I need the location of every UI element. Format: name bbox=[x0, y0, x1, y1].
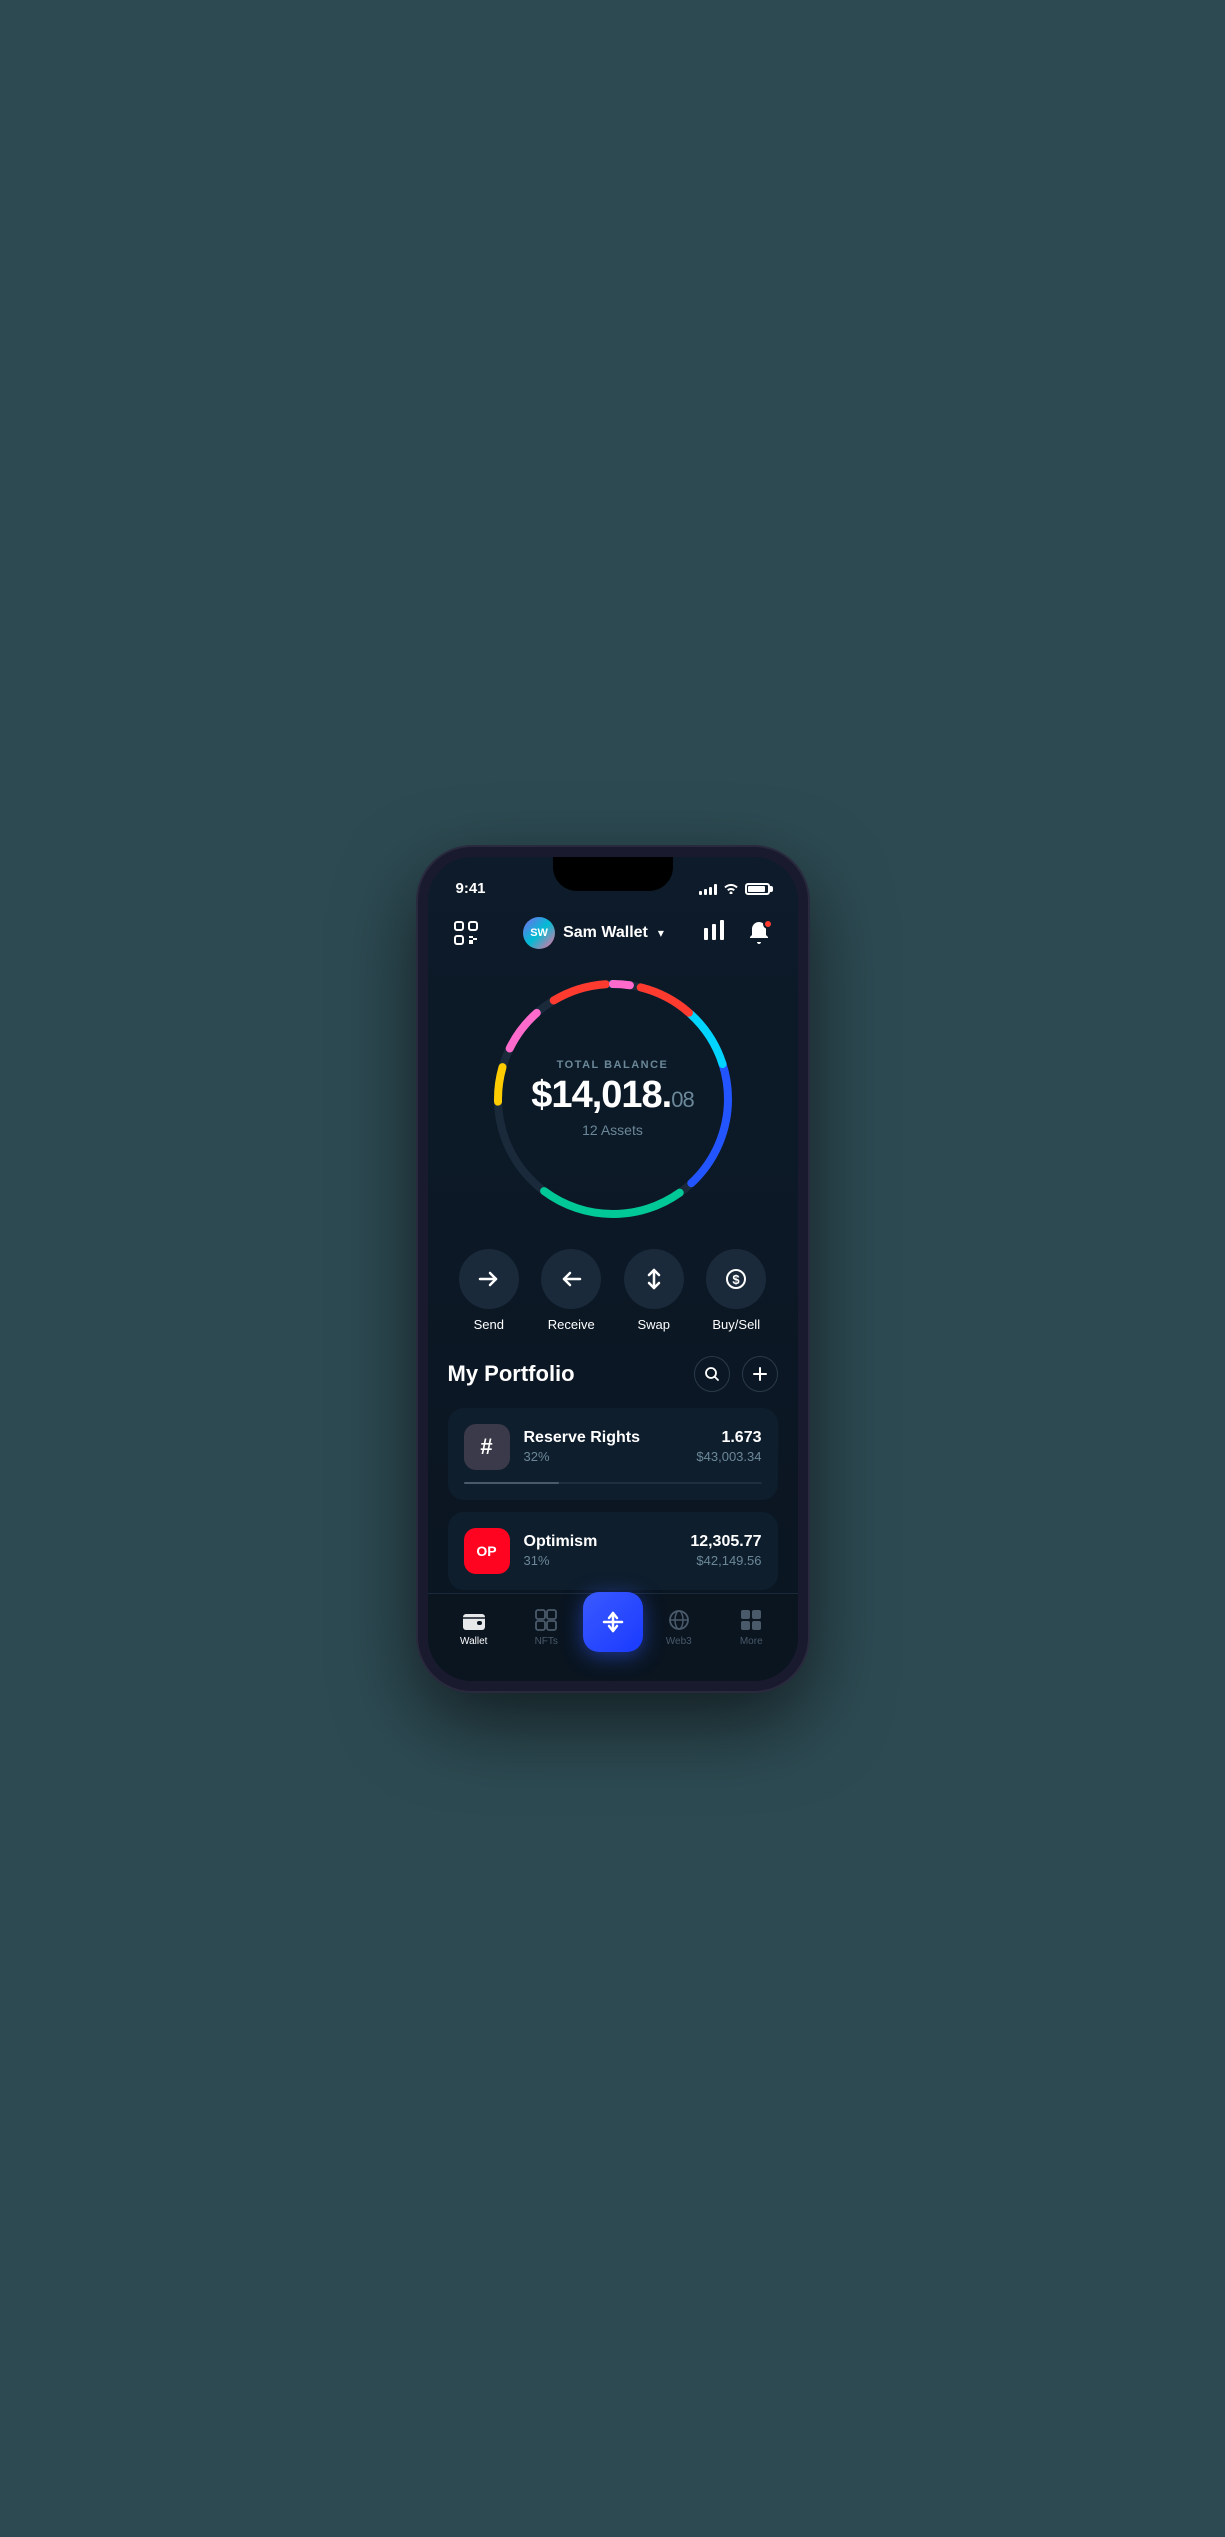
battery-icon bbox=[745, 883, 770, 895]
nfts-icon bbox=[534, 1608, 558, 1632]
nav-nfts[interactable]: NFTs bbox=[510, 1608, 583, 1647]
swap-label: Swap bbox=[637, 1317, 670, 1332]
notification-button[interactable] bbox=[741, 915, 777, 951]
app-header: SW Sam Wallet ▾ bbox=[428, 907, 798, 959]
asset-row-rsr: # Reserve Rights 32% 1.673 $43,003.34 bbox=[464, 1424, 762, 1470]
op-icon: OP bbox=[464, 1528, 510, 1574]
swap-button[interactable]: Swap bbox=[624, 1249, 684, 1332]
status-icons bbox=[699, 881, 770, 897]
buysell-button[interactable]: $ Buy/Sell bbox=[706, 1249, 766, 1332]
swap-icon-circle bbox=[624, 1249, 684, 1309]
svg-text:$: $ bbox=[733, 1272, 741, 1287]
rsr-progress-bar bbox=[464, 1482, 762, 1484]
scroll-content[interactable]: SW Sam Wallet ▾ bbox=[428, 907, 798, 1643]
op-percent: 31% bbox=[524, 1553, 677, 1568]
bottom-nav: Wallet NFTs bbox=[428, 1593, 798, 1681]
wallet-name: Sam Wallet bbox=[563, 924, 648, 942]
signal-icon bbox=[699, 883, 717, 895]
buysell-icon-circle: $ bbox=[706, 1249, 766, 1309]
send-label: Send bbox=[474, 1317, 504, 1332]
rsr-icon: # bbox=[464, 1424, 510, 1470]
nav-center[interactable] bbox=[583, 1592, 643, 1662]
balance-label: TOTAL BALANCE bbox=[531, 1059, 693, 1071]
rsr-percent: 32% bbox=[524, 1449, 683, 1464]
center-action-button[interactable] bbox=[583, 1592, 643, 1652]
status-time: 9:41 bbox=[456, 880, 486, 897]
buysell-label: Buy/Sell bbox=[712, 1317, 760, 1332]
receive-icon-circle bbox=[541, 1249, 601, 1309]
web3-nav-label: Web3 bbox=[666, 1636, 692, 1647]
balance-assets: 12 Assets bbox=[531, 1122, 693, 1138]
notification-dot bbox=[763, 919, 773, 929]
rsr-amount: 1.673 bbox=[696, 1429, 761, 1447]
op-usd: $42,149.56 bbox=[690, 1553, 761, 1568]
wallet-icon bbox=[462, 1608, 486, 1632]
header-right bbox=[703, 915, 777, 951]
phone-frame: 9:41 bbox=[418, 847, 808, 1691]
phone-screen: 9:41 bbox=[428, 857, 798, 1681]
portfolio-actions bbox=[694, 1356, 778, 1392]
asset-row-op: OP Optimism 31% 12,305.77 $42,149.56 bbox=[464, 1528, 762, 1574]
battery-fill bbox=[748, 886, 765, 892]
rsr-name: Reserve Rights bbox=[524, 1429, 683, 1447]
notch bbox=[553, 857, 673, 891]
nav-wallet[interactable]: Wallet bbox=[438, 1608, 511, 1647]
send-icon-circle bbox=[459, 1249, 519, 1309]
balance-section: TOTAL BALANCE $14,018.08 12 Assets bbox=[428, 959, 798, 1249]
nfts-nav-label: NFTs bbox=[535, 1636, 558, 1647]
more-nav-label: More bbox=[740, 1636, 763, 1647]
balance-circle: TOTAL BALANCE $14,018.08 12 Assets bbox=[483, 969, 743, 1229]
nav-web3[interactable]: Web3 bbox=[643, 1608, 716, 1647]
wallet-selector[interactable]: SW Sam Wallet ▾ bbox=[523, 917, 664, 949]
op-name: Optimism bbox=[524, 1533, 677, 1551]
asset-card-rsr[interactable]: # Reserve Rights 32% 1.673 $43,003.34 bbox=[448, 1408, 778, 1500]
chevron-down-icon: ▾ bbox=[658, 926, 664, 940]
rsr-usd: $43,003.34 bbox=[696, 1449, 761, 1464]
op-values: 12,305.77 $42,149.56 bbox=[690, 1533, 761, 1568]
op-amount: 12,305.77 bbox=[690, 1533, 761, 1551]
receive-button[interactable]: Receive bbox=[541, 1249, 601, 1332]
asset-card-op[interactable]: OP Optimism 31% 12,305.77 $42,149.56 bbox=[448, 1512, 778, 1590]
rsr-progress-fill bbox=[464, 1482, 559, 1484]
add-asset-button[interactable] bbox=[742, 1356, 778, 1392]
portfolio-title: My Portfolio bbox=[448, 1361, 575, 1387]
op-info: Optimism 31% bbox=[524, 1533, 677, 1568]
action-buttons: Send Receive bbox=[428, 1249, 798, 1356]
receive-label: Receive bbox=[548, 1317, 595, 1332]
more-icon bbox=[739, 1608, 763, 1632]
wifi-icon bbox=[723, 881, 739, 897]
nav-more[interactable]: More bbox=[715, 1608, 788, 1647]
search-button[interactable] bbox=[694, 1356, 730, 1392]
balance-amount: $14,018.08 bbox=[531, 1075, 693, 1117]
web3-icon bbox=[667, 1608, 691, 1632]
chart-icon[interactable] bbox=[703, 920, 725, 946]
portfolio-section: My Portfolio bbox=[428, 1356, 798, 1622]
send-button[interactable]: Send bbox=[459, 1249, 519, 1332]
scan-icon[interactable] bbox=[448, 915, 484, 951]
wallet-nav-label: Wallet bbox=[460, 1636, 487, 1647]
rsr-info: Reserve Rights 32% bbox=[524, 1429, 683, 1464]
rsr-values: 1.673 $43,003.34 bbox=[696, 1429, 761, 1464]
avatar: SW bbox=[523, 917, 555, 949]
balance-display: TOTAL BALANCE $14,018.08 12 Assets bbox=[531, 1059, 693, 1139]
portfolio-header: My Portfolio bbox=[448, 1356, 778, 1392]
